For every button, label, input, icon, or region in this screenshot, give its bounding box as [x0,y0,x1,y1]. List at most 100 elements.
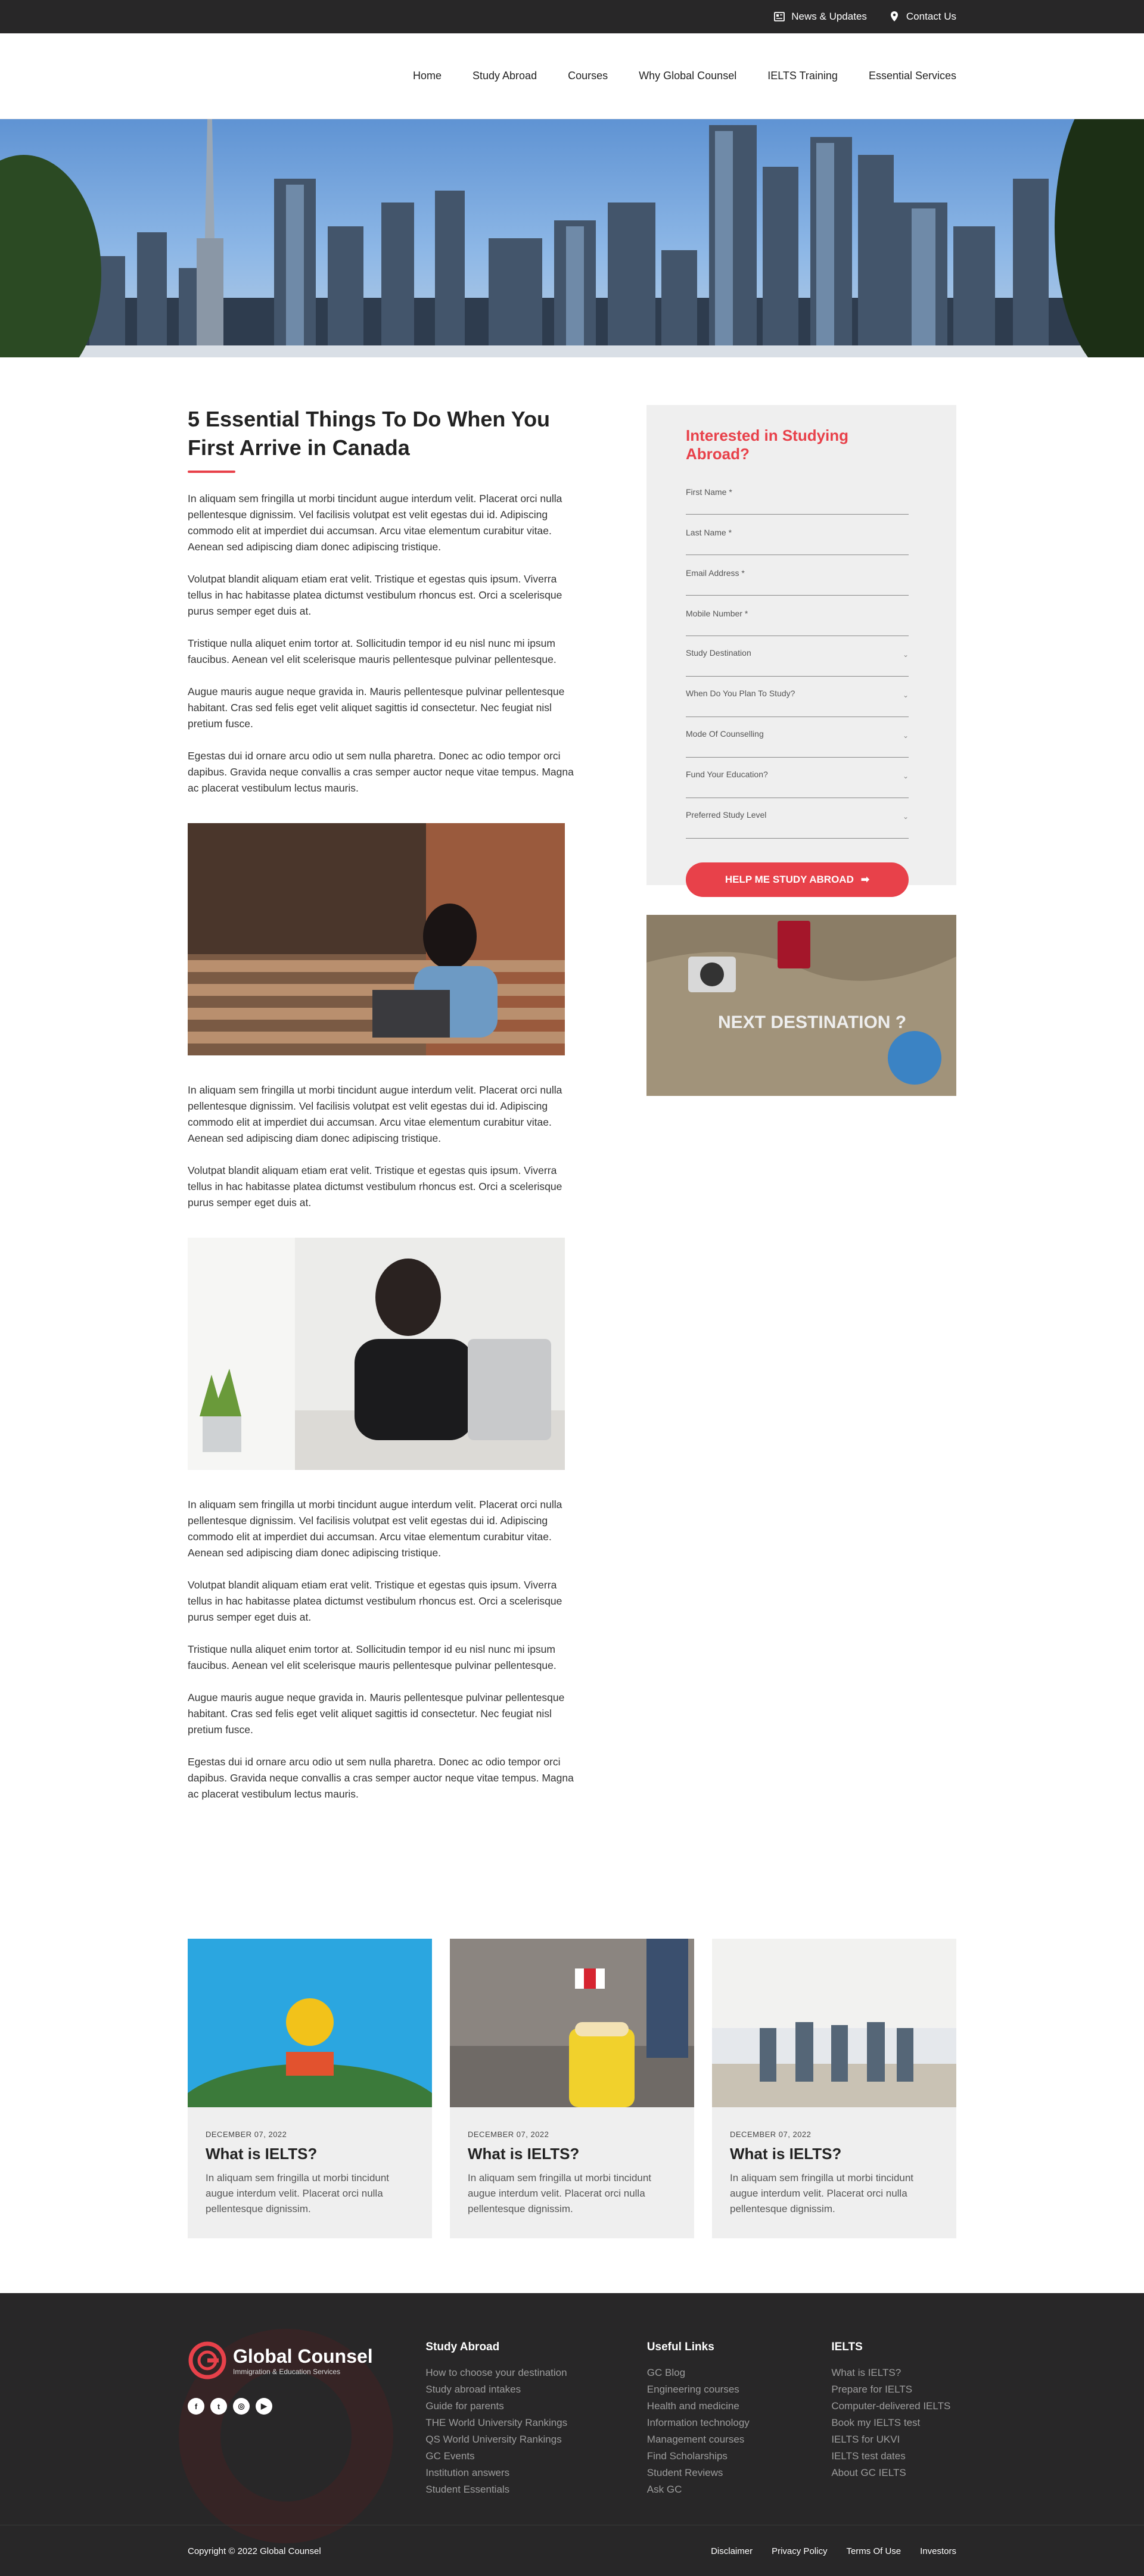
footer-link[interactable]: IELTS test dates [831,2448,956,2465]
nav-item-home[interactable]: Home [413,70,442,82]
sidebar: Interested in Studying Abroad? Study Des… [646,405,956,1096]
article-paragraph: Volutpat blandit aliquam etiam erat veli… [188,573,562,617]
footer-link[interactable]: How to choose your destination [425,2365,646,2381]
footer: Global Counsel Immigration & Education S… [0,2293,1144,2576]
footer-heading: Study Abroad [425,2341,500,2353]
email-field [686,567,909,596]
fund-education-select[interactable]: Fund Your Education? ⌄ [686,770,909,798]
footer-brand: Global Counsel Immigration & Education S… [188,2341,425,2498]
twitter-icon[interactable]: t [210,2398,227,2415]
legal-link-privacy-policy[interactable]: Privacy Policy [772,2546,827,2556]
student-headphones-image [188,1238,565,1470]
card-title[interactable]: What is IELTS? [468,2145,676,2163]
instagram-icon[interactable]: ◎ [233,2398,250,2415]
chevron-down-icon: ⌄ [902,812,909,821]
footer-link[interactable]: Engineering courses [647,2381,832,2398]
footer-link[interactable]: Ask GC [647,2481,832,2498]
blog-card[interactable]: DECEMBER 07, 2022 What is IELTS? In aliq… [450,1939,694,2238]
student-laptop-stairs-image [188,823,565,1055]
footer-link[interactable]: GC Events [425,2448,646,2465]
footer-link[interactable]: Institution answers [425,2465,646,2481]
legal-link-disclaimer[interactable]: Disclaimer [711,2546,753,2556]
card-date: DECEMBER 07, 2022 [468,2130,549,2139]
nav-item-ielts-training[interactable]: IELTS Training [767,70,838,82]
first-name-input[interactable] [686,486,909,497]
article-paragraph: Egestas dui id ornare arcu odio ut sem n… [188,1756,574,1800]
chevron-down-icon: ⌄ [902,731,909,740]
select-label: Preferred Study Level [686,810,767,820]
nav-item-study-abroad[interactable]: Study Abroad [472,70,537,82]
select-label: When Do You Plan To Study? [686,689,795,698]
footer-link[interactable]: About GC IELTS [831,2465,956,2481]
main-content: 5 Essential Things To Do When You First … [188,357,956,1939]
article-paragraph: In aliquam sem fringilla ut morbi tincid… [188,1084,562,1144]
footer-link[interactable]: Guide for parents [425,2398,646,2415]
mobile-input[interactable] [686,608,909,618]
article-paragraph: In aliquam sem fringilla ut morbi tincid… [188,493,562,553]
brand-tagline: Immigration & Education Services [233,2367,341,2376]
footer-bottom-bar: Copyright © 2022 Global Counsel Disclaim… [0,2525,1144,2576]
email-input[interactable] [686,567,909,578]
news-updates-link[interactable]: News & Updates [773,11,867,23]
card-title[interactable]: What is IELTS? [730,2145,938,2163]
legal-link-investors[interactable]: Investors [920,2546,956,2556]
youtube-icon[interactable]: ▶ [256,2398,272,2415]
footer-link[interactable]: IELTS for UKVI [831,2431,956,2448]
study-destination-select[interactable]: Study Destination ⌄ [686,648,909,677]
footer-link[interactable]: GC Blog [647,2365,832,2381]
hero-banner-image [0,119,1144,357]
article-title: 5 Essential Things To Do When You First … [188,407,551,460]
next-destination-text: NEXT DESTINATION ? [718,1013,906,1032]
nav-item-essential-services[interactable]: Essential Services [869,70,956,82]
footer-link[interactable]: Study abroad intakes [425,2381,646,2398]
card-date: DECEMBER 07, 2022 [730,2130,812,2139]
chevron-down-icon: ⌄ [902,772,909,780]
first-name-field [686,486,909,515]
footer-link[interactable]: Management courses [647,2431,832,2448]
last-name-input[interactable] [686,527,909,537]
footer-link[interactable]: Information technology [647,2415,832,2431]
mobile-field [686,608,909,636]
counselling-mode-select[interactable]: Mode Of Counselling ⌄ [686,729,909,758]
article-paragraph: Augue mauris augue neque gravida in. Mau… [188,1692,565,1736]
brand-name: Global Counsel [233,2345,373,2367]
card-excerpt: In aliquam sem fringilla ut morbi tincid… [468,2172,652,2214]
footer-link[interactable]: THE World University Rankings [425,2415,646,2431]
facebook-icon[interactable]: f [188,2398,204,2415]
global-counsel-logo-icon [188,2341,226,2379]
form-heading: Interested in Studying Abroad? [686,426,849,463]
card-excerpt: In aliquam sem fringilla ut morbi tincid… [206,2172,390,2214]
footer-link[interactable]: Book my IELTS test [831,2415,956,2431]
newspaper-icon [774,12,785,21]
footer-link[interactable]: Student Essentials [425,2481,646,2498]
contact-us-link[interactable]: Contact Us [888,11,956,23]
footer-column-ielts: IELTS What is IELTS? Prepare for IELTS C… [831,2341,956,2498]
card-title[interactable]: What is IELTS? [206,2145,414,2163]
contact-us-label: Contact Us [906,11,956,22]
blog-card[interactable]: DECEMBER 07, 2022 What is IELTS? In aliq… [712,1939,956,2238]
footer-link[interactable]: Computer-delivered IELTS [831,2398,956,2415]
location-pin-icon [890,11,898,21]
article-paragraph: Augue mauris augue neque gravida in. Mau… [188,686,565,730]
title-underline [188,471,235,473]
nav-item-why-global-counsel[interactable]: Why Global Counsel [639,70,736,82]
select-label: Study Destination [686,648,751,658]
next-destination-image: NEXT DESTINATION ? [646,915,956,1096]
blog-card[interactable]: DECEMBER 07, 2022 What is IELTS? In aliq… [188,1939,432,2238]
help-me-study-abroad-button[interactable]: HELP ME STUDY ABROAD ➡ [686,862,909,897]
footer-link[interactable]: Student Reviews [647,2465,832,2481]
plan-to-study-select[interactable]: When Do You Plan To Study? ⌄ [686,689,909,717]
footer-link[interactable]: Find Scholarships [647,2448,832,2465]
logo[interactable]: Global Counsel Immigration & Education S… [188,2341,425,2380]
chevron-down-icon: ⌄ [902,691,909,699]
footer-link[interactable]: Prepare for IELTS [831,2381,956,2398]
footer-link[interactable]: Health and medicine [647,2398,832,2415]
legal-link-terms-of-use[interactable]: Terms Of Use [846,2546,901,2556]
study-level-select[interactable]: Preferred Study Level ⌄ [686,810,909,839]
article-paragraph: Tristique nulla aliquet enim tortor at. … [188,1643,557,1671]
top-bar: News & Updates Contact Us [0,0,1144,33]
footer-link[interactable]: QS World University Rankings [425,2431,646,2448]
card-date: DECEMBER 07, 2022 [206,2130,287,2139]
nav-item-courses[interactable]: Courses [568,70,608,82]
footer-link[interactable]: What is IELTS? [831,2365,956,2381]
